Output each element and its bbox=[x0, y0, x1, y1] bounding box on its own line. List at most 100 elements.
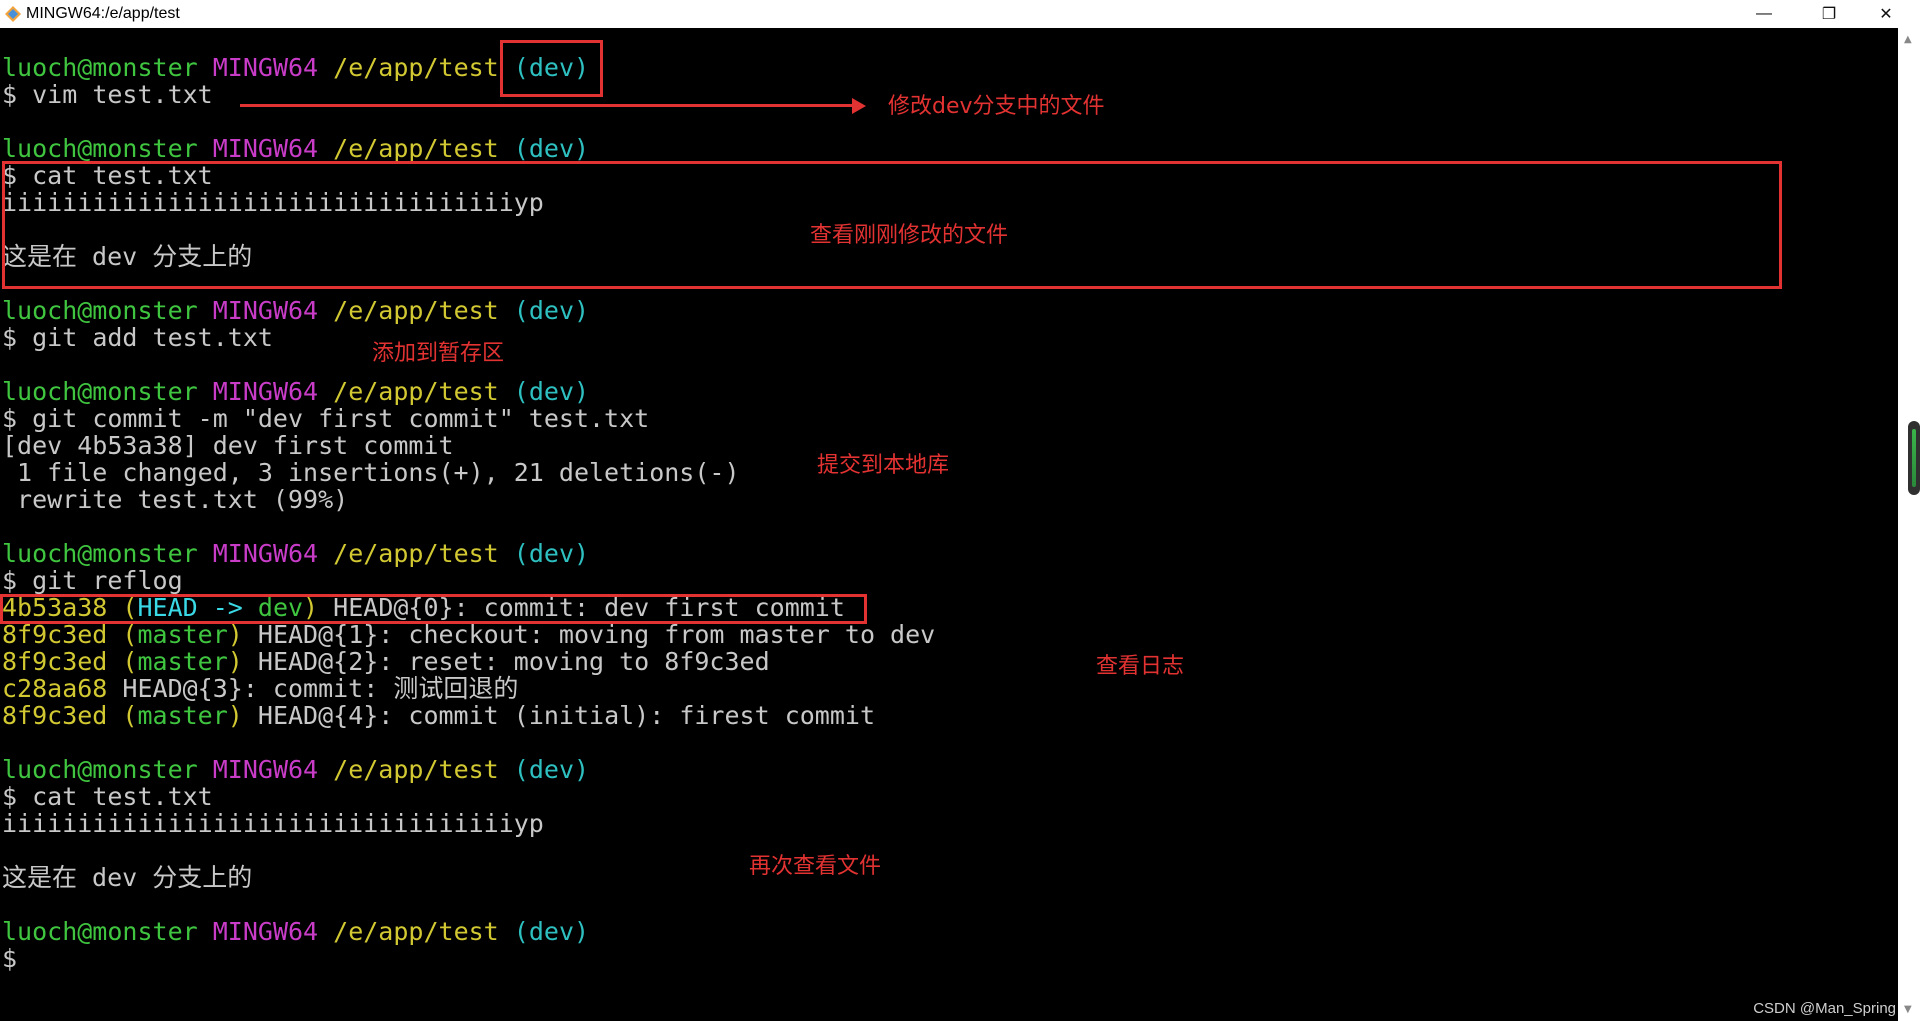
prompt-user-host: luoch@monster bbox=[2, 296, 198, 325]
prompt-symbol: $ bbox=[2, 323, 18, 352]
git-bash-icon bbox=[5, 6, 21, 22]
scroll-down-icon[interactable]: ▼ bbox=[1904, 1004, 1912, 1015]
output-line: 这是在 dev 分支上的 bbox=[2, 863, 253, 892]
prompt-line: luoch@monster MINGW64 /e/app/test (dev) bbox=[2, 135, 589, 162]
reflog-message: HEAD@{1}: checkout: moving from master t… bbox=[242, 620, 936, 649]
restore-icon: ❐ bbox=[1821, 6, 1837, 23]
prompt-path: /e/app/test bbox=[333, 917, 499, 946]
ref-paren: ) bbox=[227, 701, 243, 730]
output-line: rewrite test.txt (99%) bbox=[2, 485, 349, 514]
reflog-entry: 8f9c3ed (master) HEAD@{1}: checkout: mov… bbox=[2, 621, 935, 648]
command-text: cat test.txt bbox=[17, 782, 213, 811]
prompt-user-host: luoch@monster bbox=[2, 134, 198, 163]
prompt-path: /e/app/test bbox=[333, 377, 499, 406]
prompt-symbol: $ bbox=[2, 566, 18, 595]
ref-branch: master bbox=[137, 647, 228, 676]
prompt-symbol: $ bbox=[2, 944, 18, 973]
scroll-up-icon[interactable]: ▲ bbox=[1904, 34, 1912, 45]
ref-paren: ) bbox=[227, 647, 243, 676]
annotation-view-modified: 查看刚刚修改的文件 bbox=[810, 223, 1009, 248]
prompt-line: luoch@monster MINGW64 /e/app/test (dev) bbox=[2, 297, 589, 324]
restore-button[interactable]: ❐ bbox=[1801, 0, 1857, 28]
scrollbar-thumb[interactable] bbox=[1908, 421, 1920, 495]
reflog-entry: c28aa68 HEAD@{3}: commit: 测试回退的 bbox=[2, 675, 518, 702]
prompt-symbol: $ bbox=[2, 80, 18, 109]
reflog-message: HEAD@{4}: commit (initial): firest commi… bbox=[242, 701, 875, 730]
command-line: $ cat test.txt bbox=[2, 783, 213, 810]
prompt-path: /e/app/test bbox=[333, 134, 499, 163]
prompt-symbol: $ bbox=[2, 404, 18, 433]
scrollbar[interactable] bbox=[1898, 28, 1920, 1021]
reflog-entry: 8f9c3ed (master) HEAD@{2}: reset: moving… bbox=[2, 648, 770, 675]
command-line: $ git add test.txt bbox=[2, 324, 273, 351]
command-text: git reflog bbox=[17, 566, 183, 595]
prompt-branch: (dev) bbox=[513, 539, 590, 568]
prompt-path: /e/app/test bbox=[333, 539, 499, 568]
arrow-head-icon bbox=[852, 98, 866, 114]
prompt-user-host: luoch@monster bbox=[2, 917, 198, 946]
command-line: $ bbox=[2, 945, 17, 972]
output-line: [dev 4b53a38] dev first commit bbox=[2, 431, 454, 460]
prompt-line: luoch@monster MINGW64 /e/app/test (dev) bbox=[2, 918, 589, 945]
prompt-path: /e/app/test bbox=[333, 53, 499, 82]
annotation-box-branch bbox=[500, 40, 603, 97]
prompt-shell: MINGW64 bbox=[212, 296, 319, 325]
title-bar: MINGW64:/e/app/test — ❐ ✕ bbox=[0, 0, 1920, 28]
minimize-icon: — bbox=[1756, 5, 1772, 22]
minimize-button[interactable]: — bbox=[1736, 0, 1792, 28]
scrollbar-thumb-grip bbox=[1912, 429, 1916, 487]
command-line: $ git commit -m "dev first commit" test.… bbox=[2, 405, 649, 432]
ref-paren: ( bbox=[107, 701, 138, 730]
prompt-shell: MINGW64 bbox=[212, 539, 319, 568]
annotation-add-stage: 添加到暂存区 bbox=[372, 341, 505, 366]
command-text: git add test.txt bbox=[17, 323, 273, 352]
watermark: CSDN @Man_Spring bbox=[1753, 1000, 1896, 1017]
prompt-shell: MINGW64 bbox=[212, 377, 319, 406]
window-title: MINGW64:/e/app/test bbox=[26, 5, 180, 22]
prompt-branch: (dev) bbox=[513, 134, 590, 163]
prompt-shell: MINGW64 bbox=[212, 917, 319, 946]
commit-hash: c28aa68 bbox=[2, 674, 108, 703]
prompt-user-host: luoch@monster bbox=[2, 755, 198, 784]
reflog-message: HEAD@{3}: commit: 测试回退的 bbox=[107, 674, 519, 703]
output-line: 1 file changed, 3 insertions(+), 21 dele… bbox=[2, 458, 740, 487]
annotation-modify-file: 修改dev分支中的文件 bbox=[888, 94, 1105, 119]
annotation-commit-local: 提交到本地库 bbox=[817, 453, 950, 478]
ref-branch: master bbox=[137, 701, 228, 730]
prompt-branch: (dev) bbox=[513, 377, 590, 406]
prompt-path: /e/app/test bbox=[333, 296, 499, 325]
prompt-line: luoch@monster MINGW64 /e/app/test (dev) bbox=[2, 540, 589, 567]
annotation-box-head bbox=[0, 594, 867, 624]
command-text: git commit -m "dev first commit" test.tx… bbox=[17, 404, 650, 433]
output-line: iiiiiiiiiiiiiiiiiiiiiiiiiiiiiiiiiiyp bbox=[2, 809, 544, 838]
ref-paren: ) bbox=[227, 620, 243, 649]
prompt-path: /e/app/test bbox=[333, 755, 499, 784]
commit-hash: 8f9c3ed bbox=[2, 647, 108, 676]
ref-branch: master bbox=[137, 620, 228, 649]
prompt-user-host: luoch@monster bbox=[2, 539, 198, 568]
command-line: $ vim test.txt bbox=[2, 81, 213, 108]
annotation-view-log: 查看日志 bbox=[1096, 654, 1185, 679]
prompt-branch: (dev) bbox=[513, 296, 590, 325]
prompt-user-host: luoch@monster bbox=[2, 53, 198, 82]
prompt-branch: (dev) bbox=[513, 917, 590, 946]
prompt-shell: MINGW64 bbox=[212, 134, 319, 163]
commit-hash: 8f9c3ed bbox=[2, 620, 108, 649]
prompt-branch: (dev) bbox=[513, 755, 590, 784]
commit-hash: 8f9c3ed bbox=[2, 701, 108, 730]
command-line: $ git reflog bbox=[2, 567, 183, 594]
command-text: vim test.txt bbox=[17, 80, 213, 109]
ref-paren: ( bbox=[107, 647, 138, 676]
prompt-symbol: $ bbox=[2, 782, 18, 811]
annotation-view-again: 再次查看文件 bbox=[749, 854, 882, 879]
annotation-arrow bbox=[240, 104, 855, 107]
close-icon: ✕ bbox=[1879, 6, 1893, 23]
reflog-message: HEAD@{2}: reset: moving to 8f9c3ed bbox=[242, 647, 770, 676]
prompt-shell: MINGW64 bbox=[212, 53, 319, 82]
prompt-line: luoch@monster MINGW64 /e/app/test (dev) bbox=[2, 378, 589, 405]
ref-paren: ( bbox=[107, 620, 138, 649]
prompt-shell: MINGW64 bbox=[212, 755, 319, 784]
close-button[interactable]: ✕ bbox=[1858, 0, 1914, 28]
prompt-line: luoch@monster MINGW64 /e/app/test (dev) bbox=[2, 756, 589, 783]
reflog-entry: 8f9c3ed (master) HEAD@{4}: commit (initi… bbox=[2, 702, 875, 729]
